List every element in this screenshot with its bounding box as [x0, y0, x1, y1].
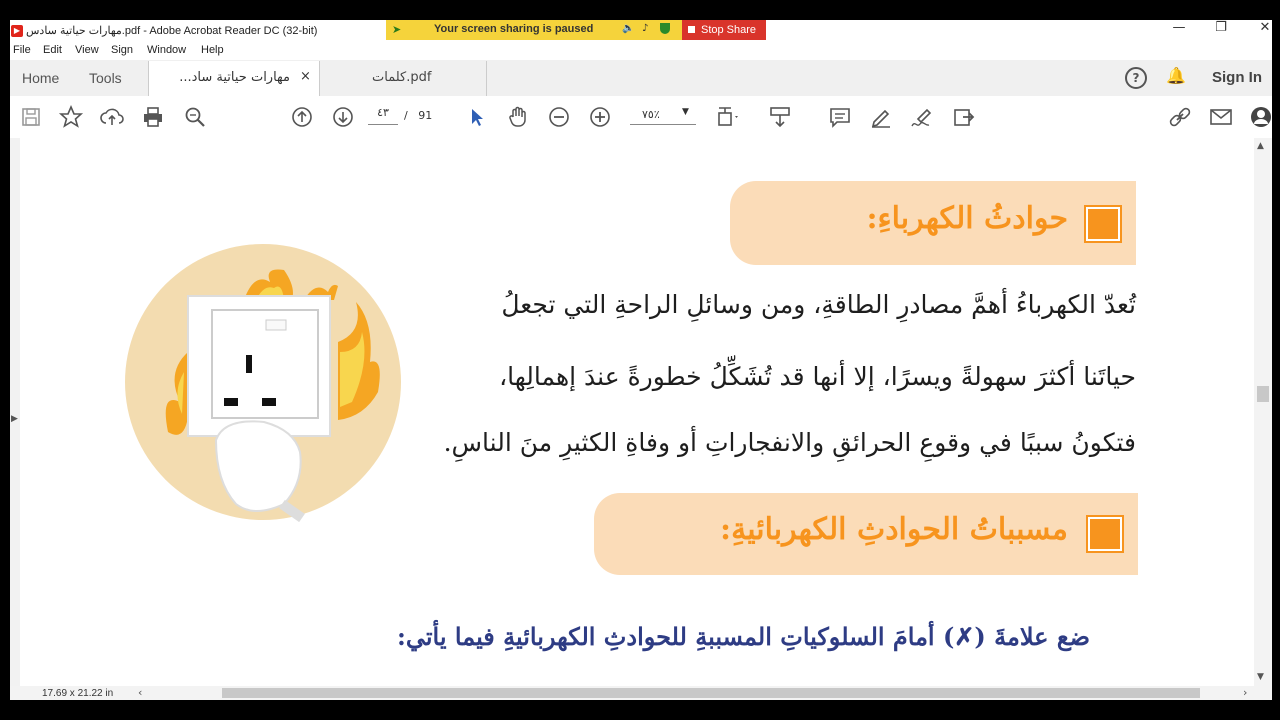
- bookmark-star-icon[interactable]: [58, 104, 84, 130]
- account-icon[interactable]: [1248, 104, 1272, 130]
- tab-document-title: مهارات حياتية ساد...: [179, 70, 290, 85]
- page-number-input[interactable]: ٤٣: [368, 106, 398, 125]
- mic-icon[interactable]: ♪: [642, 23, 648, 34]
- fit-page-icon[interactable]: [714, 104, 740, 130]
- prev-page-icon[interactable]: [289, 104, 315, 130]
- sign-in-button[interactable]: Sign In: [1212, 69, 1262, 86]
- scroll-right-icon[interactable]: ›: [1243, 686, 1247, 699]
- screen-share-message: Your screen sharing is paused: [434, 23, 594, 35]
- speaker-icon[interactable]: 🔈: [622, 23, 634, 34]
- zoom-in-icon[interactable]: [587, 104, 613, 130]
- mail-icon[interactable]: [1208, 104, 1234, 130]
- stop-share-button[interactable]: Stop Share: [682, 20, 766, 40]
- vertical-scroll-thumb[interactable]: [1257, 386, 1269, 402]
- notification-bell-icon[interactable]: 🔔: [1166, 66, 1186, 85]
- close-window-button[interactable]: ✕: [1250, 20, 1280, 35]
- select-arrow-icon[interactable]: [464, 104, 490, 130]
- menu-view[interactable]: View: [75, 44, 99, 56]
- hand-tool-icon[interactable]: [505, 104, 531, 130]
- menu-sign[interactable]: Sign: [111, 44, 133, 56]
- zoom-out-icon[interactable]: [546, 104, 572, 130]
- restore-button[interactable]: ❐: [1206, 20, 1236, 35]
- menu-edit[interactable]: Edit: [43, 44, 62, 56]
- scroll-left-icon[interactable]: ‹: [138, 686, 142, 699]
- minimize-button[interactable]: —: [1164, 20, 1194, 35]
- help-icon[interactable]: ?: [1125, 67, 1147, 89]
- exercise-instruction: ضع علامةَ (✗) أمامَ السلوكياتِ المسببةِ …: [396, 622, 1090, 651]
- zoom-level-select[interactable]: ٧٥٪ ▼: [630, 106, 696, 125]
- stop-share-label: Stop Share: [701, 24, 757, 36]
- page-total: / 91: [404, 109, 432, 122]
- page-separator: /: [404, 109, 408, 122]
- heading-bullet-square: [1086, 207, 1120, 241]
- window-title: مهارات حياتية سادس.pdf - Adobe Acrobat R…: [26, 25, 318, 37]
- heading-causes-of-accidents: مسبباتُ الحوادثِ الكهربائيةِ:: [720, 512, 1068, 547]
- shield-icon[interactable]: [660, 23, 670, 34]
- tab-close-icon[interactable]: ×: [300, 69, 311, 84]
- page-size-readout: 17.69 x 21.22 in: [42, 688, 114, 699]
- scroll-up-icon[interactable]: ▲: [1257, 141, 1264, 151]
- save-icon[interactable]: [18, 104, 44, 130]
- paragraph-line-3: فتكونُ سببًا في وقوعِ الحرائقِ والانفجار…: [443, 428, 1136, 457]
- chevron-down-icon: ▼: [682, 107, 689, 117]
- menu-bar: [10, 42, 1272, 60]
- share-pause-icon[interactable]: ➤: [392, 23, 401, 36]
- print-icon[interactable]: [140, 104, 166, 130]
- highlight-pen-icon[interactable]: [868, 104, 894, 130]
- zoom-value: ٧٥٪: [642, 108, 660, 121]
- tab-home[interactable]: Home: [22, 70, 59, 86]
- scroll-mode-icon[interactable]: [767, 104, 793, 130]
- paragraph-line-1: تُعدّ الكهرباءُ أهمَّ مصادرِ الطاقةِ، وم…: [501, 290, 1136, 319]
- paragraph-line-2: حياتَنا أكثرَ سهولةً ويسرًا، إلا أنها قد…: [499, 362, 1136, 391]
- next-page-icon[interactable]: [330, 104, 356, 130]
- page-total-count: 91: [418, 109, 433, 122]
- share-send-icon[interactable]: [951, 104, 977, 130]
- menu-file[interactable]: File: [13, 44, 31, 56]
- scroll-down-icon[interactable]: ▼: [1257, 672, 1264, 682]
- stop-square-icon: [688, 26, 695, 33]
- tab-tools[interactable]: Tools: [89, 70, 122, 86]
- menu-window[interactable]: Window: [147, 44, 186, 56]
- sign-icon[interactable]: [909, 104, 935, 130]
- heading-bullet-square-2: [1088, 517, 1122, 551]
- tab-document-2-title: كلمات.pdf: [372, 70, 432, 85]
- heading-electrical-accidents: حوادثُ الكهرباءِ:: [866, 201, 1068, 236]
- left-panel-strip: [10, 138, 20, 686]
- acrobat-app-icon: ▶: [11, 25, 23, 37]
- zoom-search-icon[interactable]: [182, 104, 208, 130]
- comment-icon[interactable]: [827, 104, 853, 130]
- link-icon[interactable]: [1167, 104, 1193, 130]
- horizontal-scroll-thumb[interactable]: [222, 688, 1200, 698]
- upload-icon[interactable]: [99, 104, 125, 130]
- socket-fire-illustration: [124, 242, 402, 523]
- menu-help[interactable]: Help: [201, 44, 224, 56]
- vertical-scrollbar[interactable]: [1254, 138, 1272, 686]
- left-panel-toggle-icon[interactable]: ▶: [11, 414, 18, 424]
